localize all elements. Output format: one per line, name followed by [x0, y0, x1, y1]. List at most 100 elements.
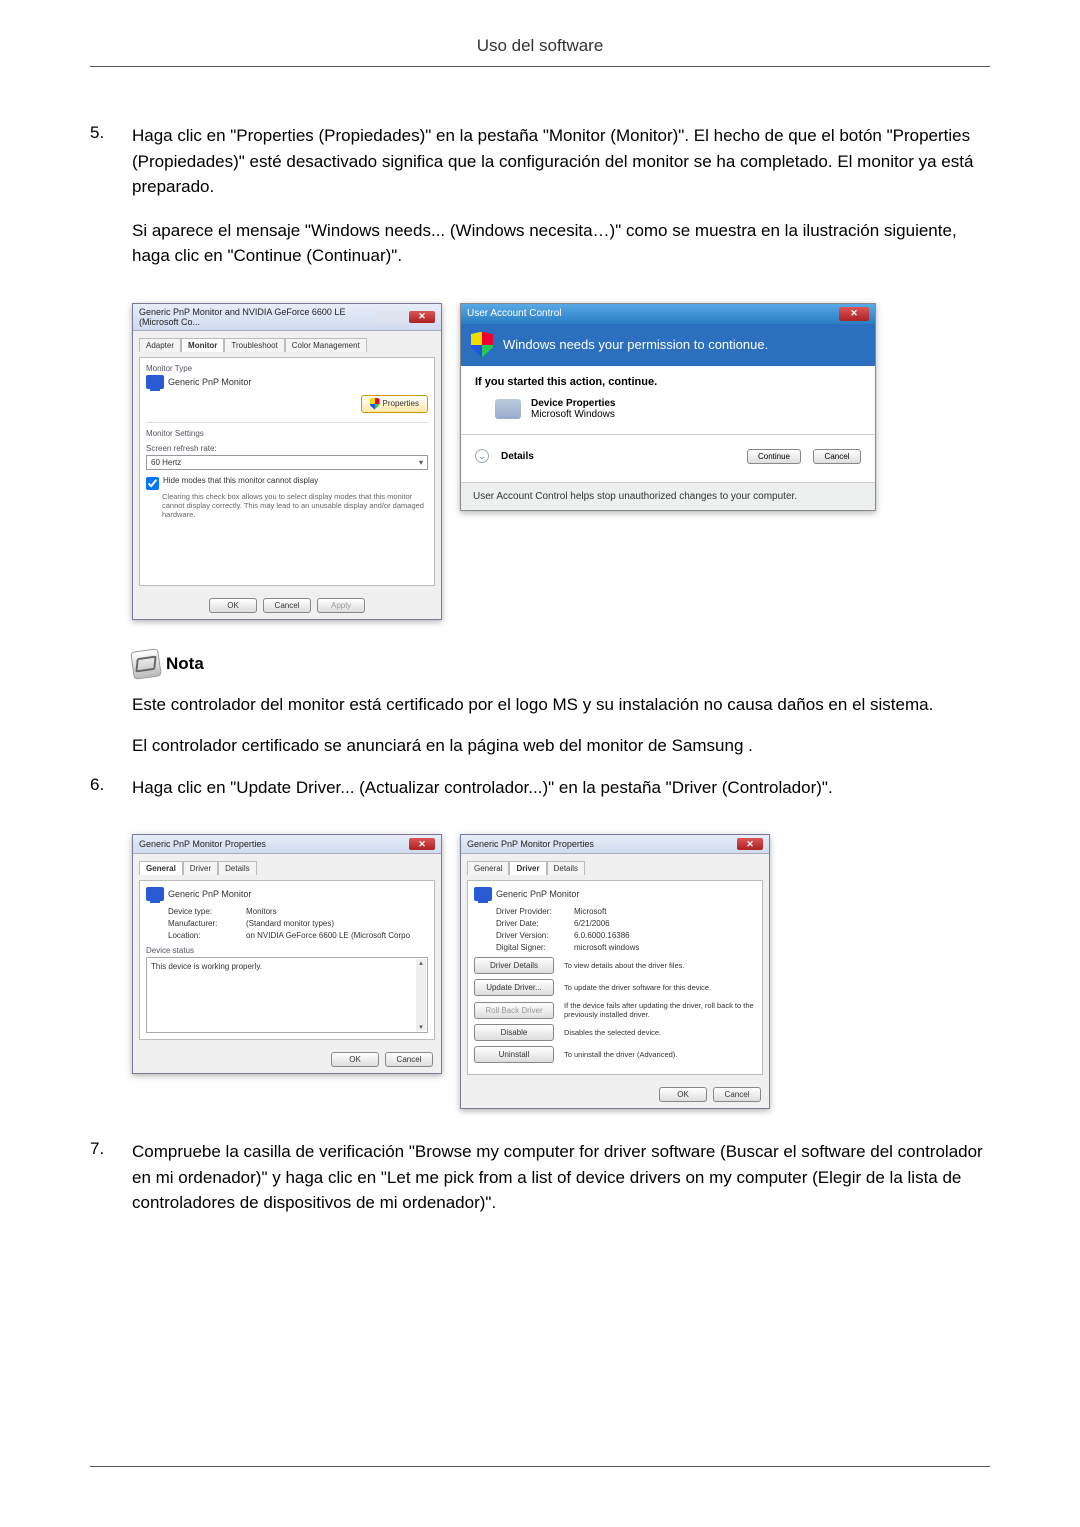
step-5-p2: Si aparece el mensaje "Windows needs... …	[132, 218, 990, 269]
update-driver-button[interactable]: Update Driver...	[474, 979, 554, 996]
driver-general-title: Generic PnP Monitor Properties	[139, 839, 266, 849]
update-driver-desc: To update the driver software for this d…	[564, 983, 756, 992]
step-6-p1: Haga clic en "Update Driver... (Actualiz…	[132, 775, 990, 801]
tab-general[interactable]: General	[139, 861, 183, 875]
digital-signer-label: Digital Signer:	[496, 943, 574, 952]
driver-general-buttons: OK Cancel	[133, 1046, 441, 1073]
ok-button[interactable]: OK	[659, 1087, 707, 1102]
driver-driver-titlebar: Generic PnP Monitor Properties ✕	[461, 835, 769, 854]
device-status-text: This device is working properly.	[151, 962, 262, 971]
driver-driver-title: Generic PnP Monitor Properties	[467, 839, 594, 849]
tab-monitor[interactable]: Monitor	[181, 338, 224, 352]
note-icon	[130, 648, 162, 680]
continue-button[interactable]: Continue	[747, 449, 801, 464]
manufacturer-value: (Standard monitor types)	[246, 919, 334, 928]
close-icon[interactable]: ✕	[839, 307, 869, 321]
driver-version-value: 6.0.6000.16386	[574, 931, 630, 940]
provider-label: Driver Provider:	[496, 907, 574, 916]
tab-details[interactable]: Details	[218, 861, 256, 875]
chevron-down-icon[interactable]: ⌄	[475, 449, 489, 463]
monitor-icon	[474, 887, 492, 901]
uac-banner-text: Windows needs your permission to contion…	[503, 337, 768, 352]
uninstall-desc: To uninstall the driver (Advanced).	[564, 1050, 756, 1059]
hide-modes-checkbox-input[interactable]	[146, 477, 159, 490]
cancel-button[interactable]: Cancel	[813, 449, 861, 464]
monitor-properties-dialog: Generic PnP Monitor and NVIDIA GeForce 6…	[132, 303, 442, 620]
tab-driver[interactable]: Driver	[509, 861, 546, 875]
uac-instruction: If you started this action, continue.	[475, 376, 861, 388]
note-heading: Nota	[132, 650, 990, 678]
location-label: Location:	[168, 931, 246, 940]
hide-modes-checkbox[interactable]: Hide modes that this monitor cannot disp…	[146, 476, 428, 490]
note-body: Este controlador del monitor está certif…	[132, 692, 990, 759]
devtype-value: Monitors	[246, 907, 277, 916]
driver-general-tabs: General Driver Details	[139, 860, 435, 874]
uac-program-item: Device Properties Microsoft Windows	[495, 398, 861, 420]
step-5: 5. Haga clic en "Properties (Propiedades…	[90, 123, 990, 287]
devtype-label: Device type:	[168, 907, 246, 916]
uac-item-title: Device Properties	[531, 398, 616, 409]
properties-button-label: Properties	[383, 399, 419, 408]
uninstall-button[interactable]: Uninstall	[474, 1046, 554, 1063]
step-6: 6. Haga clic en "Update Driver... (Actua…	[90, 775, 990, 819]
device-status-label: Device status	[146, 946, 428, 955]
monitor-dialog-buttons: OK Cancel Apply	[133, 592, 441, 619]
refresh-rate-combo[interactable]: 60 Hertz ▾	[146, 455, 428, 470]
driver-driver-content: Generic PnP Monitor Driver Provider:Micr…	[467, 880, 763, 1075]
close-icon[interactable]: ✕	[737, 838, 763, 850]
tab-troubleshoot[interactable]: Troubleshoot	[224, 338, 284, 352]
monitor-icon	[146, 887, 164, 901]
uac-banner: Windows needs your permission to contion…	[461, 324, 875, 366]
cancel-button[interactable]: Cancel	[713, 1087, 761, 1102]
driver-details-button[interactable]: Driver Details	[474, 957, 554, 974]
disable-button[interactable]: Disable	[474, 1024, 554, 1041]
footer-rule	[90, 1466, 990, 1467]
driver-general-name: Generic PnP Monitor	[168, 889, 251, 899]
cancel-button[interactable]: Cancel	[263, 598, 311, 613]
tab-details[interactable]: Details	[547, 861, 585, 875]
apply-button[interactable]: Apply	[317, 598, 365, 613]
step-5-body: Haga clic en "Properties (Propiedades)" …	[132, 123, 990, 287]
monitor-type-value: Generic PnP Monitor	[168, 377, 251, 387]
uac-titlebar: User Account Control ✕	[461, 304, 875, 324]
step-5-dialogs: Generic PnP Monitor and NVIDIA GeForce 6…	[132, 303, 990, 620]
uac-body: If you started this action, continue. De…	[461, 366, 875, 482]
ok-button[interactable]: OK	[331, 1052, 379, 1067]
monitor-dialog-title: Generic PnP Monitor and NVIDIA GeForce 6…	[139, 307, 377, 327]
note-p2: El controlador certificado se anunciará …	[132, 733, 990, 759]
details-expander[interactable]: Details	[501, 451, 735, 462]
properties-button[interactable]: Properties	[361, 395, 428, 413]
driver-details-desc: To view details about the driver files.	[564, 961, 756, 970]
uac-dialog: User Account Control ✕ Windows needs you…	[460, 303, 876, 511]
tab-adapter[interactable]: Adapter	[139, 338, 181, 352]
tab-driver[interactable]: Driver	[183, 861, 218, 875]
shield-icon	[471, 332, 493, 358]
window-buttons-icon[interactable]: ✕	[377, 311, 435, 323]
ok-button[interactable]: OK	[209, 598, 257, 613]
tab-general[interactable]: General	[467, 861, 509, 875]
step-6-body: Haga clic en "Update Driver... (Actualiz…	[132, 775, 990, 819]
shield-icon	[370, 398, 380, 410]
driver-version-label: Driver Version:	[496, 931, 574, 940]
close-icon[interactable]: ✕	[409, 838, 435, 850]
driver-props-driver-dialog: Generic PnP Monitor Properties ✕ General…	[460, 834, 770, 1109]
digital-signer-value: microsoft windows	[574, 943, 639, 952]
step-5-p1: Haga clic en "Properties (Propiedades)" …	[132, 123, 990, 200]
scrollbar[interactable]: ▴▾	[416, 959, 426, 1031]
refresh-rate-label: Screen refresh rate:	[146, 444, 428, 453]
tab-color-management[interactable]: Color Management	[285, 338, 367, 352]
step-6-dialogs: Generic PnP Monitor Properties ✕ General…	[132, 834, 990, 1109]
rollback-driver-button[interactable]: Roll Back Driver	[474, 1002, 554, 1019]
driver-general-titlebar: Generic PnP Monitor Properties ✕	[133, 835, 441, 854]
monitor-dialog-content: Monitor Type Generic PnP Monitor Propert…	[139, 357, 435, 586]
uac-item-publisher: Microsoft Windows	[531, 409, 616, 420]
uac-action-row: ⌄ Details Continue Cancel	[475, 441, 861, 472]
note-p1: Este controlador del monitor está certif…	[132, 692, 990, 718]
driver-general-content: Generic PnP Monitor Device type:Monitors…	[139, 880, 435, 1040]
driver-driver-buttons: OK Cancel	[461, 1081, 769, 1108]
driver-date-value: 6/21/2006	[574, 919, 610, 928]
driver-driver-tabs: General Driver Details	[467, 860, 763, 874]
monitor-settings-label: Monitor Settings	[146, 429, 428, 438]
cancel-button[interactable]: Cancel	[385, 1052, 433, 1067]
step-7-p1: Compruebe la casilla de verificación "Br…	[132, 1139, 990, 1216]
